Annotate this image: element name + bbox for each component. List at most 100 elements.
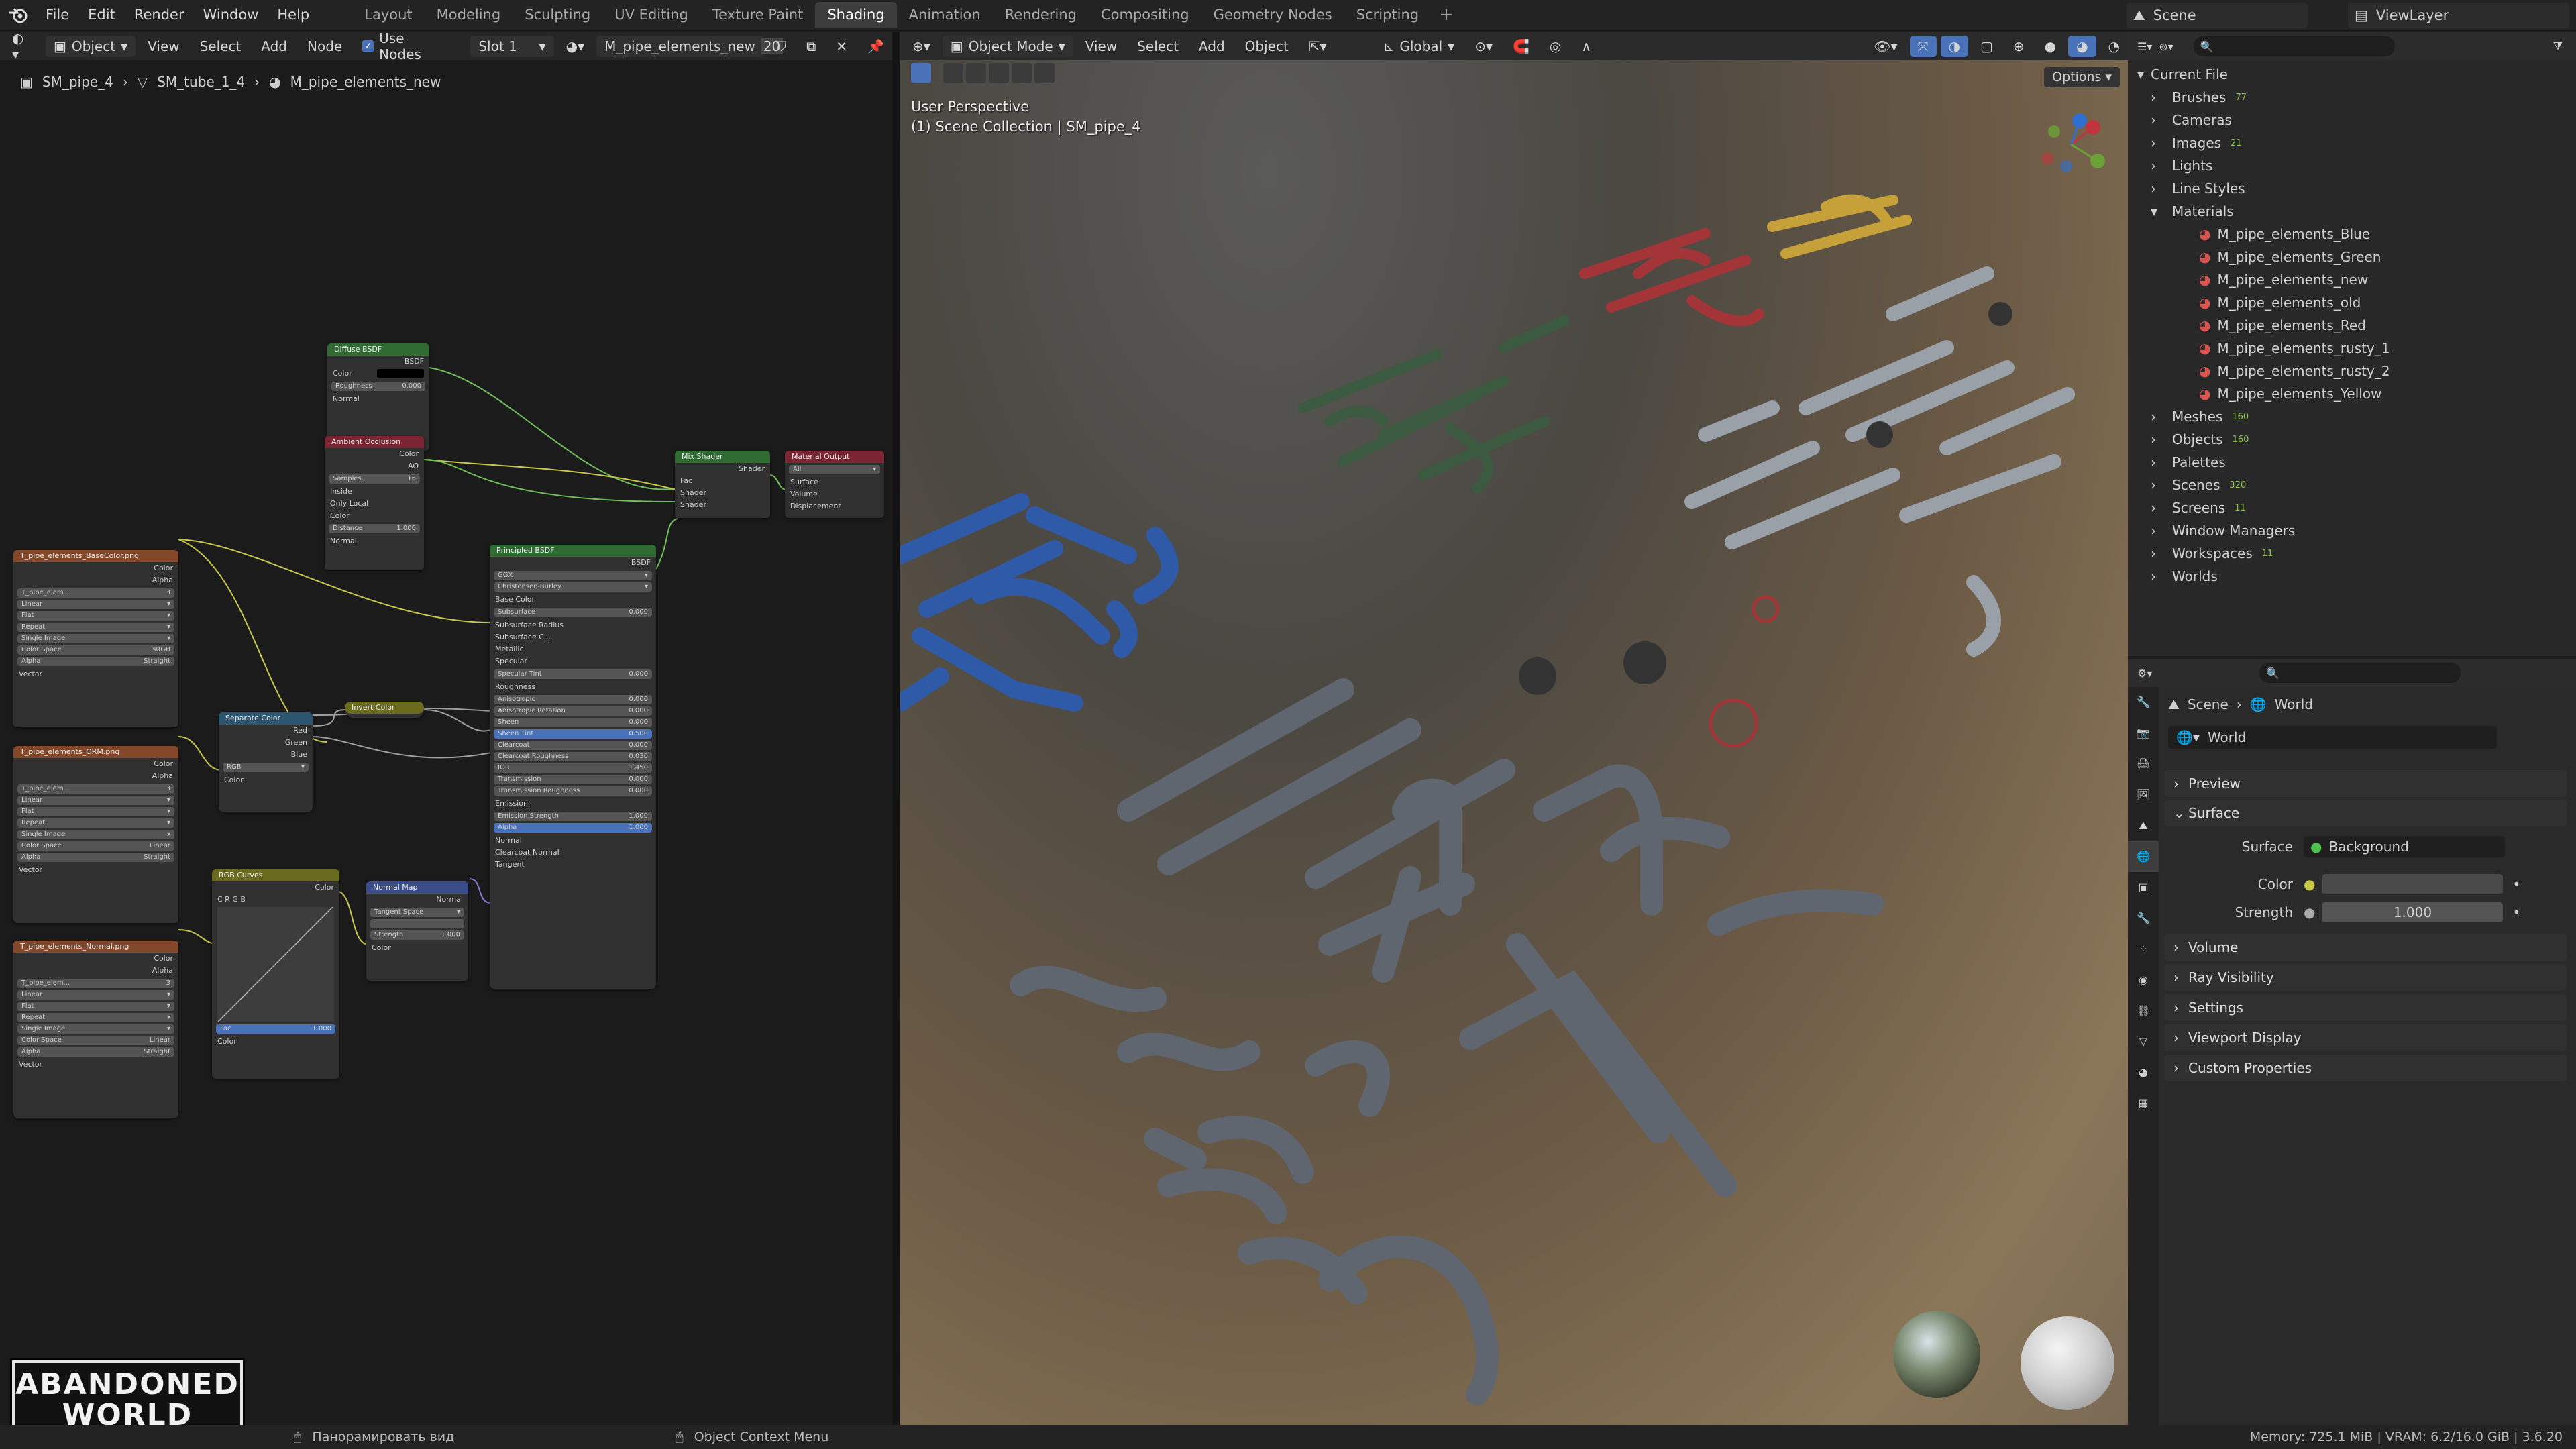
node-principled-bsdf[interactable]: Principled BSDF BSDF GGX ▾ Christensen-Bu… (490, 545, 656, 989)
constraints-tab-icon[interactable]: ⛓ (2128, 996, 2159, 1026)
outliner-item[interactable]: › Images 21 (2137, 131, 2576, 154)
menu-window[interactable]: Window (194, 7, 268, 23)
panel-custom-properties[interactable]: › Custom Properties (2164, 1055, 2567, 1081)
panel-ray-visibility[interactable]: › Ray Visibility (2164, 964, 2567, 991)
alpha-mode-dropdown[interactable]: Alpha Straight (17, 853, 174, 862)
material-item[interactable]: ◕ M_pipe_elements_Blue (2137, 223, 2576, 246)
node-normal-map[interactable]: Normal Map Normal Tangent Space ▾ Strengt… (366, 881, 468, 981)
source-dropdown[interactable]: Single Image ▾ (17, 634, 174, 643)
object-tab-icon[interactable]: ▣ (2128, 872, 2159, 903)
material-tab-icon[interactable]: ◕ (2128, 1057, 2159, 1088)
outliner-item[interactable]: › Cameras (2137, 109, 2576, 131)
outliner-item[interactable]: › Worlds (2137, 565, 2576, 588)
node-image-texture-normal[interactable]: T_pipe_elements_Normal.png Color Alpha T… (13, 941, 178, 1118)
material-item[interactable]: ◕ M_pipe_elements_Green (2137, 246, 2576, 268)
image-selector[interactable]: T_pipe_elem... 3 (17, 979, 174, 988)
extension-dropdown[interactable]: Repeat ▾ (17, 818, 174, 828)
tab-compositing[interactable]: Compositing (1089, 2, 1201, 28)
node-diffuse-bsdf[interactable]: Diffuse BSDF BSDF Color Roughness 0.000 N… (327, 343, 429, 451)
chevron-right-icon[interactable]: › (2151, 112, 2165, 128)
inside-checkbox[interactable]: Inside (330, 486, 352, 498)
material-item[interactable]: ◕ M_pipe_elements_new (2137, 268, 2576, 291)
outliner-item[interactable]: › Lights (2137, 154, 2576, 177)
node-material-output[interactable]: Material Output All ▾ Surface Volume Disp… (785, 451, 884, 518)
interpolation-dropdown[interactable]: Linear ▾ (17, 600, 174, 609)
chevron-right-icon[interactable]: › (2151, 454, 2165, 470)
strength-field[interactable]: 1.000 (2322, 902, 2504, 922)
panel-surface[interactable]: ⌄ Surface (2164, 800, 2567, 826)
chevron-right-icon[interactable]: › (2151, 409, 2165, 425)
render-tab-icon[interactable]: 📷 (2128, 718, 2159, 749)
outliner-item[interactable]: › Line Styles (2137, 177, 2576, 200)
world-tab-icon[interactable]: 🌐 (2128, 841, 2159, 872)
outliner-search-input[interactable]: 🔍 (2193, 36, 2395, 56)
surface-shader-selector[interactable]: ● Background (2304, 836, 2505, 857)
node-invert-color[interactable]: Invert Color (345, 702, 424, 718)
data-tab-icon[interactable]: ▽ (2128, 1026, 2159, 1057)
particles-tab-icon[interactable]: ⁘ (2128, 934, 2159, 965)
keyframe-icon[interactable]: • (2512, 904, 2520, 920)
panel-viewport-display[interactable]: › Viewport Display (2164, 1024, 2567, 1051)
chevron-right-icon[interactable]: › (2151, 568, 2165, 584)
principled-input-row[interactable]: Anisotropic Rotation 0.000 (494, 706, 652, 716)
chevron-right-icon[interactable]: › (2151, 158, 2165, 174)
tool-tab-icon[interactable]: 🔧 (2128, 687, 2159, 718)
shader-node-editor[interactable]: ◐ ▾ ▣ Object ▾ View Select Add Node ✓ Use … (0, 30, 892, 1442)
projection-dropdown[interactable]: Flat ▾ (17, 1002, 174, 1011)
panel-settings[interactable]: › Settings (2164, 994, 2567, 1021)
tab-layout[interactable]: Layout (352, 2, 424, 28)
chevron-right-icon[interactable]: › (2151, 477, 2165, 493)
outliner-item[interactable]: ▾ Materials (2137, 200, 2576, 223)
world-datablock-selector[interactable]: 🌐▾ World (2168, 726, 2497, 749)
projection-dropdown[interactable]: Flat ▾ (17, 611, 174, 621)
outliner-item[interactable]: › Screens 11 (2137, 496, 2576, 519)
tree-root[interactable]: ▾ Current File (2137, 63, 2576, 86)
fac-slider[interactable]: Fac 1.000 (216, 1024, 335, 1034)
curve-graph[interactable] (217, 907, 334, 1022)
image-selector[interactable]: T_pipe_elem... 3 (17, 588, 174, 598)
node-ambient-occlusion[interactable]: Ambient Occlusion Color AO Samples 16 Ins… (325, 436, 424, 570)
panel-volume[interactable]: › Volume (2164, 934, 2567, 961)
source-dropdown[interactable]: Single Image ▾ (17, 1024, 174, 1034)
material-item[interactable]: ◕ M_pipe_elements_Red (2137, 314, 2576, 337)
chevron-right-icon[interactable]: › (2151, 135, 2165, 151)
properties-search-input[interactable]: 🔍 (2259, 663, 2461, 683)
principled-input-row[interactable]: Specular Tint 0.000 (494, 669, 652, 679)
material-item[interactable]: ◕ M_pipe_elements_rusty_1 (2137, 337, 2576, 360)
tab-texture-paint[interactable]: Texture Paint (700, 2, 816, 28)
mode-dropdown[interactable]: RGB ▾ (223, 763, 309, 772)
outliner-item[interactable]: › Scenes 320 (2137, 474, 2576, 496)
chevron-right-icon[interactable]: ▾ (2151, 203, 2165, 219)
3d-viewport[interactable]: ⊕▾ ▣ Object Mode ▾ View Select Add Object … (900, 32, 2128, 1425)
principled-input-row[interactable]: Anisotropic 0.000 (494, 695, 652, 704)
principled-input-row[interactable]: Sheen 0.000 (494, 718, 652, 727)
extension-dropdown[interactable]: Repeat ▾ (17, 623, 174, 632)
outliner-item[interactable]: › Meshes 160 (2137, 405, 2576, 428)
view-layer-tab-icon[interactable]: 🖼 (2128, 780, 2159, 810)
outliner-item[interactable]: › Palettes (2137, 451, 2576, 474)
properties-panel[interactable]: ⚙▾ 🔍 🔧 📷 🖨 🖼 ⛰ 🌐 ▣ 🔧 ⁘ ◉ ⛓ ▽ ◕ ▦ ⛰ Scene… (2128, 659, 2576, 1425)
projection-dropdown[interactable]: Flat ▾ (17, 807, 174, 816)
blender-logo-icon[interactable] (0, 0, 36, 30)
outliner-item[interactable]: › Objects 160 (2137, 428, 2576, 451)
chevron-right-icon[interactable]: › (2151, 89, 2165, 105)
panel-preview[interactable]: › Preview (2164, 770, 2567, 797)
view-layer-selector[interactable]: ▤ ViewLayer (2348, 3, 2569, 28)
chevron-right-icon[interactable]: › (2151, 545, 2165, 561)
output-tab-icon[interactable]: 🖨 (2128, 749, 2159, 780)
material-item[interactable]: ◕ M_pipe_elements_rusty_2 (2137, 360, 2576, 382)
principled-input-row[interactable]: Alpha 1.000 (494, 823, 652, 833)
principled-input-row[interactable]: Clearcoat Roughness 0.030 (494, 752, 652, 761)
scene-tab-icon[interactable]: ⛰ (2128, 810, 2159, 841)
menu-render[interactable]: Render (125, 7, 194, 23)
outliner-item[interactable]: › Window Managers (2137, 519, 2576, 542)
chevron-right-icon[interactable]: › (2151, 180, 2165, 197)
physics-tab-icon[interactable]: ◉ (2128, 965, 2159, 996)
properties-editor-icon[interactable]: ⚙▾ (2137, 667, 2152, 680)
source-dropdown[interactable]: Single Image ▾ (17, 830, 174, 839)
menu-file[interactable]: File (36, 7, 78, 23)
principled-input-row[interactable]: IOR 1.450 (494, 763, 652, 773)
target-dropdown[interactable]: All ▾ (789, 465, 880, 474)
alpha-mode-dropdown[interactable]: Alpha Straight (17, 657, 174, 666)
tab-modeling[interactable]: Modeling (425, 2, 513, 28)
